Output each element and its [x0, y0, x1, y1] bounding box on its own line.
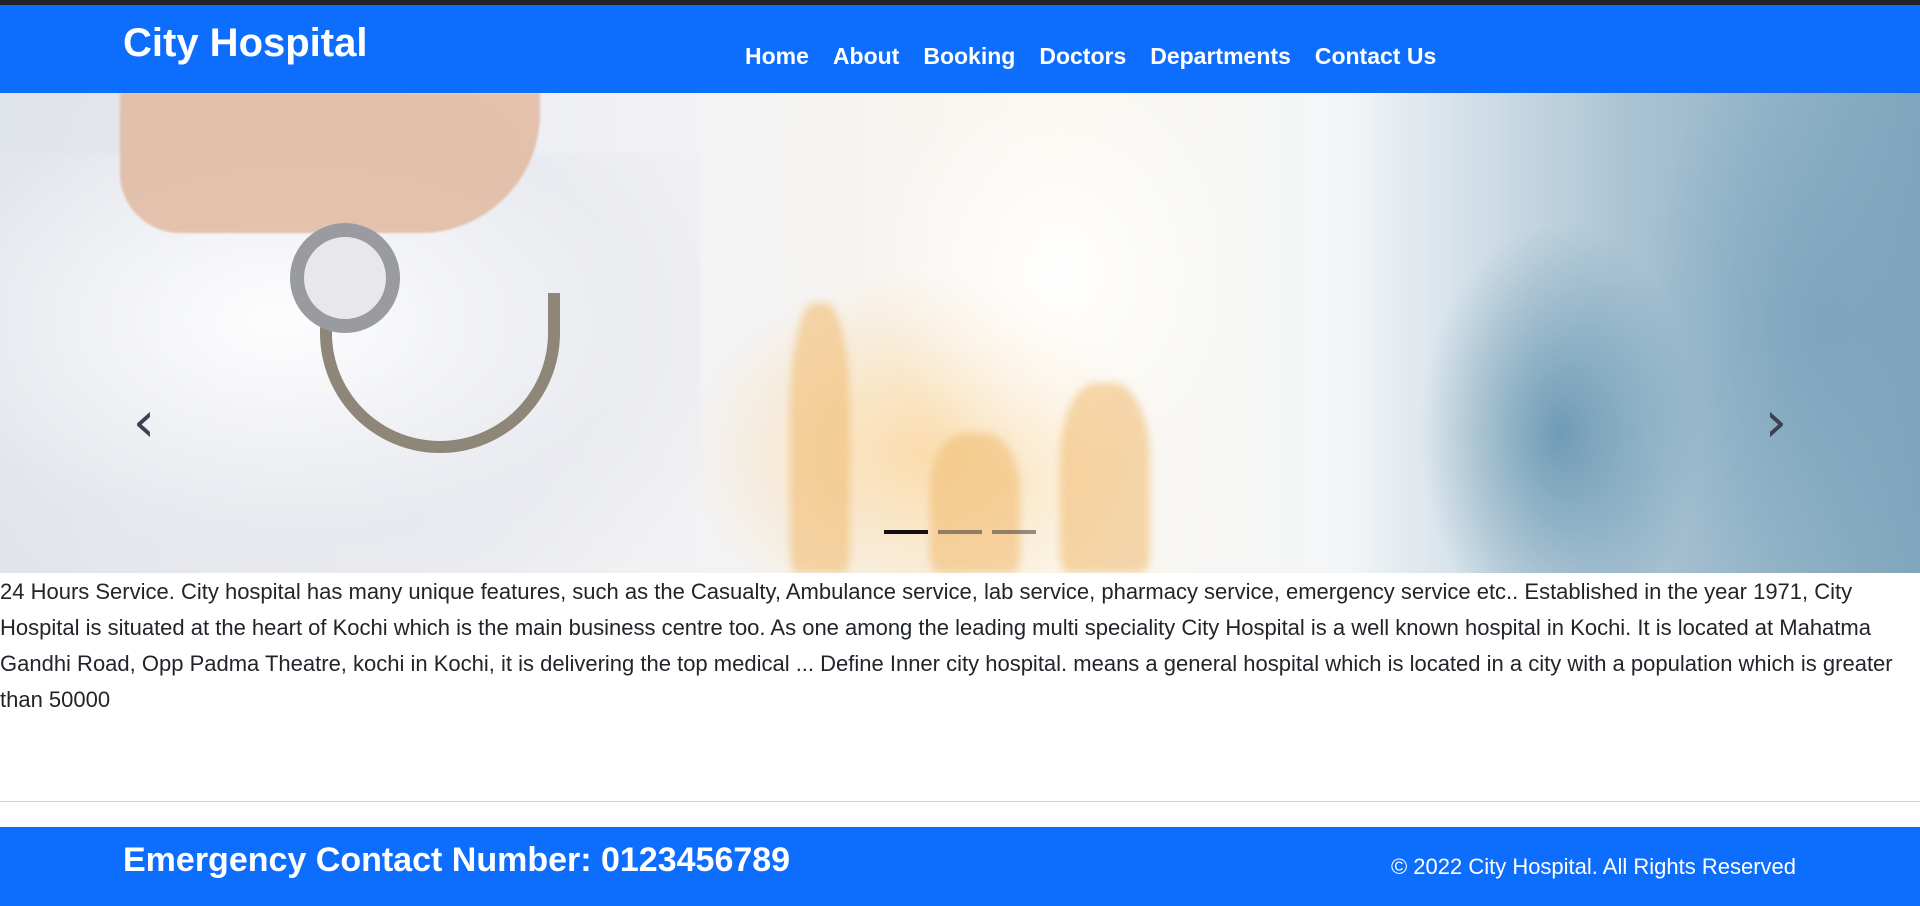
- carousel-indicator-3[interactable]: [992, 530, 1036, 534]
- nav-link-contact-us[interactable]: Contact Us: [1303, 39, 1448, 73]
- nav-link-booking[interactable]: Booking: [911, 39, 1027, 73]
- hospital-description: 24 Hours Service. City hospital has many…: [0, 579, 1893, 712]
- person-silhouette: [930, 433, 1020, 573]
- nav-link-departments[interactable]: Departments: [1138, 39, 1303, 73]
- nav-link-doctors[interactable]: Doctors: [1027, 39, 1138, 73]
- nav-link-home[interactable]: Home: [745, 39, 821, 73]
- carousel-indicator-1[interactable]: [884, 530, 928, 534]
- emergency-contact: Emergency Contact Number: 0123456789: [123, 841, 791, 879]
- brand-logo[interactable]: City Hospital: [123, 21, 367, 66]
- footer: Emergency Contact Number: 0123456789 © 2…: [0, 827, 1920, 906]
- divider: [0, 801, 1920, 802]
- nav-links: Home About Booking Doctors Departments C…: [745, 39, 1448, 73]
- carousel-prev-button[interactable]: ‹: [124, 393, 164, 453]
- stethoscope-icon: [290, 223, 400, 333]
- doctor-hand-graphic: [120, 93, 540, 233]
- carousel-indicator-2[interactable]: [938, 530, 982, 534]
- carousel-indicators: [884, 530, 1036, 534]
- nav-link-about[interactable]: About: [821, 39, 911, 73]
- person-silhouette: [790, 303, 850, 573]
- navbar: City Hospital Home About Booking Doctors…: [0, 5, 1920, 93]
- chevron-left-icon: ‹: [132, 390, 156, 455]
- carousel-slide-image: [0, 93, 1920, 573]
- chevron-right-icon: ›: [1764, 390, 1788, 455]
- person-silhouette: [1060, 383, 1150, 573]
- carousel-next-button[interactable]: ›: [1756, 393, 1796, 453]
- hero-carousel: ‹ ›: [0, 93, 1920, 573]
- copyright-text: © 2022 City Hospital. All Rights Reserve…: [1390, 854, 1796, 879]
